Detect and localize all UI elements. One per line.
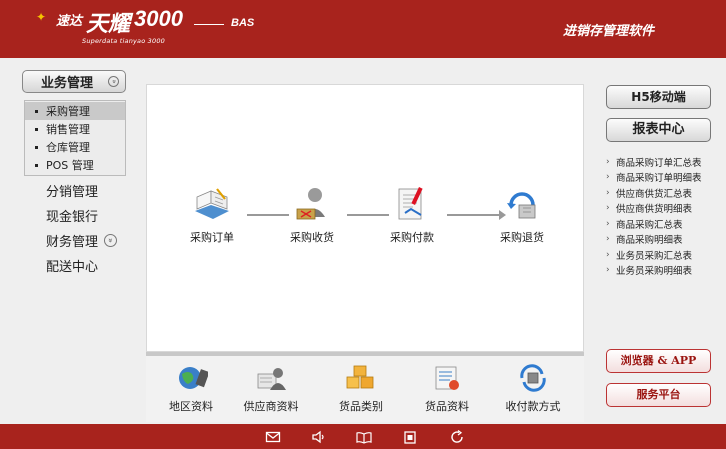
chevron-right-icon: › xyxy=(606,172,610,183)
report-label: 商品采购明细表 xyxy=(616,235,683,247)
h5-mobile-button[interactable]: H5移动端 xyxy=(606,85,711,109)
speaker-icon[interactable] xyxy=(311,429,327,445)
bullet-icon xyxy=(35,163,38,167)
service-platform-button[interactable]: 服务平台 xyxy=(606,383,711,407)
submenu-label: POS 管理 xyxy=(46,159,94,172)
base-label: 收付款方式 xyxy=(505,400,561,413)
logo-divider xyxy=(194,24,224,25)
submenu: 采购管理 销售管理 仓库管理 POS 管理 xyxy=(24,100,126,176)
submenu-item-pos[interactable]: POS 管理 xyxy=(25,156,125,174)
report-center-button[interactable]: 报表中心 xyxy=(606,118,711,142)
app-title: 进销存管理软件 xyxy=(562,24,654,39)
report-label: 业务员采购明细表 xyxy=(616,266,693,278)
logo-name: 天耀 xyxy=(86,11,131,37)
report-link[interactable]: › 业务员采购汇总表 xyxy=(606,247,726,263)
menu-item-cash-bank[interactable]: 现金银行 xyxy=(46,206,98,225)
chevron-right-icon: › xyxy=(606,203,610,214)
logo: ✦ 速达 天耀 3000 Superdata tianyao 3000 BAS xyxy=(36,6,286,48)
base-label: 货品类别 xyxy=(339,400,383,413)
base-label: 地区资料 xyxy=(169,400,213,413)
report-label: 供应商供货汇总表 xyxy=(616,188,693,200)
logo-number: 3000 xyxy=(134,6,183,31)
base-label: 货品资料 xyxy=(425,400,469,413)
purchase-payment-icon xyxy=(398,186,423,220)
menu-item-label: 财务管理 xyxy=(46,235,99,250)
chevron-down-icon: » xyxy=(104,234,118,247)
base-goods-category[interactable]: 货品类别 xyxy=(326,364,396,414)
flow-purchase-return[interactable]: 采购退货 xyxy=(487,183,557,245)
app-header: ✦ 速达 天耀 3000 Superdata tianyao 3000 BAS … xyxy=(0,0,726,58)
submenu-label: 销售管理 xyxy=(46,123,90,136)
logo-star-icon: ✦ xyxy=(36,10,47,24)
process-panel: 采购订单 采购收货 采购付款 采购退货 xyxy=(146,84,584,352)
goods-icon xyxy=(435,366,459,390)
chevron-right-icon: › xyxy=(606,187,610,198)
report-link[interactable]: › 供应商供货明细表 xyxy=(606,201,726,217)
section-label: 业务管理 xyxy=(41,76,94,91)
refresh-icon[interactable] xyxy=(449,429,465,445)
flow-purchase-receipt[interactable]: 采购收货 xyxy=(277,183,347,245)
report-label: 商品采购订单汇总表 xyxy=(616,157,702,169)
menu-item-delivery[interactable]: 配送中心 xyxy=(46,256,98,275)
flow-label: 采购退货 xyxy=(500,231,544,244)
chevron-right-icon: › xyxy=(606,156,610,167)
bullet-icon xyxy=(35,127,38,131)
logo-edition: BAS xyxy=(231,17,255,29)
logo-brand: 速达 xyxy=(56,14,83,29)
report-label: 业务员采购汇总表 xyxy=(616,250,693,262)
footer-bar xyxy=(0,424,726,449)
report-link[interactable]: › 供应商供货汇总表 xyxy=(606,185,726,201)
book-icon[interactable] xyxy=(356,429,372,445)
submenu-item-warehouse[interactable]: 仓库管理 xyxy=(25,138,125,156)
report-link[interactable]: › 商品采购明细表 xyxy=(606,232,726,248)
report-label: 供应商供货明细表 xyxy=(616,204,693,216)
bullet-icon xyxy=(35,145,38,149)
report-link[interactable]: › 商品采购汇总表 xyxy=(606,216,726,232)
purchase-receipt-icon xyxy=(296,188,325,220)
flow-purchase-payment[interactable]: 采购付款 xyxy=(377,183,447,245)
supplier-icon xyxy=(257,368,286,390)
chevron-right-icon: › xyxy=(606,249,610,260)
base-supplier-data[interactable]: 供应商资料 xyxy=(236,364,306,414)
base-payment-method[interactable]: 收付款方式 xyxy=(498,364,568,414)
chevron-down-icon: » xyxy=(108,76,119,87)
mail-icon[interactable] xyxy=(265,429,281,445)
logo-subtitle: Superdata tianyao 3000 xyxy=(82,37,166,45)
flow-label: 采购订单 xyxy=(190,231,234,244)
submenu-label: 仓库管理 xyxy=(46,141,90,154)
submenu-item-sales[interactable]: 销售管理 xyxy=(25,120,125,138)
report-link[interactable]: › 商品采购订单汇总表 xyxy=(606,154,726,170)
base-label: 供应商资料 xyxy=(243,400,299,413)
report-link[interactable]: › 商品采购订单明细表 xyxy=(606,170,726,186)
flow-label: 采购收货 xyxy=(290,231,334,244)
document-icon[interactable] xyxy=(402,429,418,445)
report-label: 商品采购订单明细表 xyxy=(616,173,702,185)
submenu-item-purchase[interactable]: 采购管理 xyxy=(25,102,125,120)
flow-label: 采购付款 xyxy=(390,231,434,244)
report-list: › 商品采购订单汇总表 › 商品采购订单明细表 › 供应商供货汇总表 › 供应商供货明细… xyxy=(606,154,726,278)
submenu-label: 采购管理 xyxy=(46,105,90,118)
bullet-icon xyxy=(35,109,38,113)
base-region-data[interactable]: 地区资料 xyxy=(156,364,226,414)
menu-item-distribution[interactable]: 分销管理 xyxy=(46,181,98,200)
report-label: 商品采购汇总表 xyxy=(616,219,683,231)
menu-item-finance[interactable]: 财务管理 » xyxy=(46,231,118,250)
section-business-button[interactable]: 业务管理 » xyxy=(22,70,126,93)
boxes-icon xyxy=(346,365,374,389)
base-data-bar: 地区资料 供应商资料 货品类别 货品资料 收付款方式 xyxy=(146,352,584,422)
purchase-return-icon xyxy=(507,192,536,219)
report-link[interactable]: › 业务员采购明细表 xyxy=(606,263,726,279)
chevron-right-icon: › xyxy=(606,234,610,245)
browser-app-button[interactable]: 浏览器 & APP xyxy=(606,349,711,373)
chevron-right-icon: › xyxy=(606,265,610,276)
base-goods-data[interactable]: 货品资料 xyxy=(412,364,482,414)
purchase-order-icon xyxy=(195,188,229,219)
payment-method-icon xyxy=(520,364,546,392)
chevron-right-icon: › xyxy=(606,218,610,229)
globe-icon xyxy=(179,367,208,389)
flow-purchase-order[interactable]: 采购订单 xyxy=(177,183,247,245)
